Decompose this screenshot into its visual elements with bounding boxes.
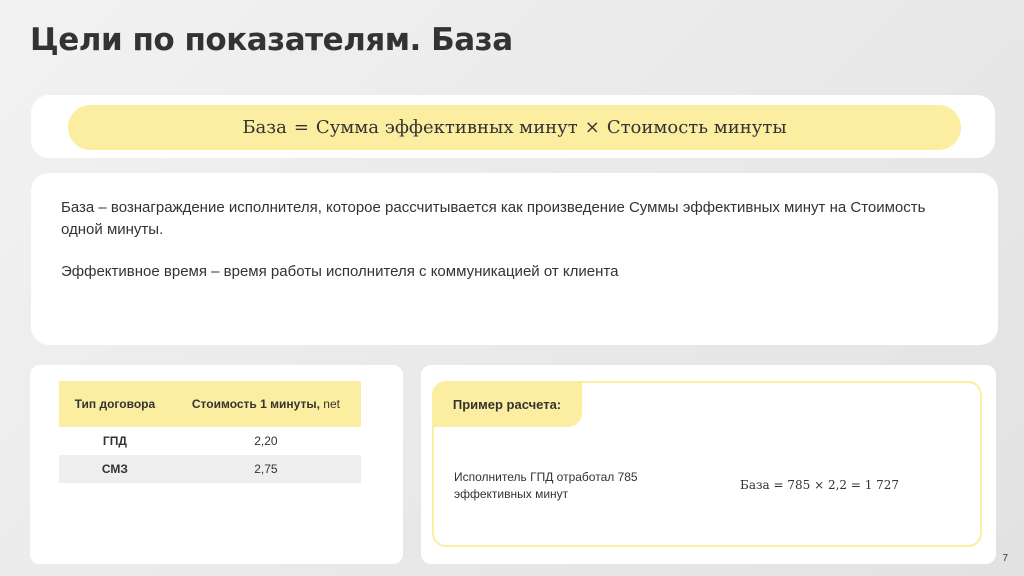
description-card: База – вознаграждение исполнителя, котор…	[31, 173, 998, 345]
row-minute-cost: 2,75	[170, 455, 361, 483]
description-effective-time: Эффективное время – время работы исполни…	[61, 263, 619, 280]
formula-left: База	[242, 117, 287, 138]
description-base: База – вознаграждение исполнителя, котор…	[61, 199, 926, 238]
example-formula: База = 785 × 2,2 = 1 727	[740, 478, 900, 492]
page-number: 7	[1002, 553, 1008, 564]
table-header-row: Тип договора Стоимость 1 минуты, net	[59, 381, 361, 427]
row-contract-type: СМЗ	[59, 455, 171, 483]
header-net-label: net	[319, 397, 340, 411]
formula-card: База = Сумма эффективных минут × Стоимос…	[31, 95, 995, 158]
rate-table-card: Тип договора Стоимость 1 минуты, net ГПД…	[30, 365, 403, 564]
row-contract-type: ГПД	[102, 434, 127, 448]
rate-table: Тип договора Стоимость 1 минуты, net ГПД…	[59, 381, 361, 483]
description-text: База – вознаграждение исполнителя, котор…	[61, 197, 961, 283]
formula-times-sign: ×	[584, 117, 600, 138]
example-box: Пример расчета: Исполнитель ГПД отработа…	[432, 381, 982, 547]
example-card: Пример расчета: Исполнитель ГПД отработа…	[421, 365, 996, 564]
header-minute-cost: Стоимость 1 минуты, net	[170, 381, 361, 427]
formula-term-effective-minutes: Сумма эффективных минут	[315, 117, 578, 138]
formula-equals-sign: =	[293, 117, 309, 138]
table-row: СМЗ 2,75	[59, 455, 361, 483]
example-description: Исполнитель ГПД отработал 785 эффективны…	[454, 470, 638, 501]
slide-title: Цели по показателям. База	[30, 22, 513, 58]
header-contract-type: Тип договора	[59, 381, 171, 427]
formula-term-minute-cost: Стоимость минуты	[606, 117, 787, 138]
formula-pill: База = Сумма эффективных минут × Стоимос…	[68, 105, 961, 150]
example-tab: Пример расчета:	[432, 381, 582, 427]
table-row: ГПД 2,20	[59, 427, 361, 455]
row-minute-cost: 2,20	[254, 434, 278, 448]
header-minute-cost-label: Стоимость 1 минуты,	[191, 397, 320, 411]
